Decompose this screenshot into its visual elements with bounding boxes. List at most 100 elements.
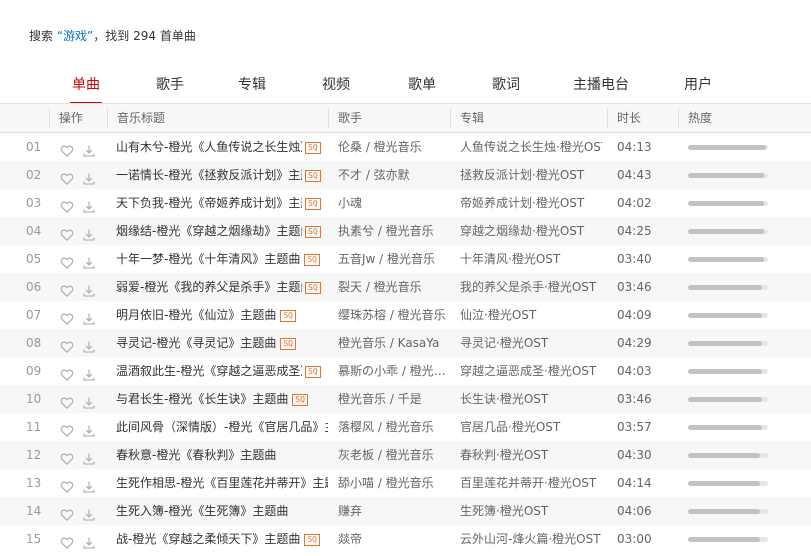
search-keyword[interactable]: “游戏” xyxy=(57,29,93,43)
song-artist[interactable]: 橙光音乐 / KasaYa xyxy=(338,329,446,357)
download-icon[interactable] xyxy=(82,196,96,213)
song-album[interactable]: 我的养父是杀手·橙光OST xyxy=(460,273,602,301)
download-icon[interactable] xyxy=(82,364,96,381)
song-album[interactable]: 长生诀·橙光OST xyxy=(460,385,602,413)
heart-icon[interactable] xyxy=(60,308,74,325)
tab-videos[interactable]: 视频 xyxy=(281,68,391,102)
song-title[interactable]: 生死作相思-橙光《百里莲花并蒂开》主题曲 xyxy=(116,469,328,497)
heart-icon[interactable] xyxy=(60,504,74,521)
song-title[interactable]: 十年一梦-橙光《十年清风》主题曲 SQ xyxy=(116,245,328,273)
song-row[interactable]: 03 天下负我-橙光《帝姬养成计划》主题曲 小魂 帝姬养成计划·橙光OST 04… xyxy=(0,189,811,217)
song-album[interactable]: 百里莲花并蒂开·橙光OST xyxy=(460,469,602,497)
song-artist[interactable]: 燚帝 xyxy=(338,525,446,553)
sq-quality-badge: SQ xyxy=(292,393,308,406)
download-icon[interactable] xyxy=(82,280,96,297)
song-artist[interactable]: 赚弃 xyxy=(338,497,446,525)
song-title[interactable]: 此间风骨（深情版）-橙光《官居几品》主题曲 xyxy=(116,413,328,441)
heart-icon[interactable] xyxy=(60,364,74,381)
download-icon[interactable] xyxy=(82,392,96,409)
song-album[interactable]: 仙泣·橙光OST xyxy=(460,301,602,329)
song-artist[interactable]: 执素兮 / 橙光音乐 xyxy=(338,217,446,245)
song-artist[interactable]: 舔小喵 / 橙光音乐 xyxy=(338,469,446,497)
song-row[interactable]: 07 明月依旧-橙光《仙泣》主题曲 SQ 缨珠苏榕 / 橙光音乐 仙泣·橙光OST… xyxy=(0,301,811,329)
heart-icon[interactable] xyxy=(60,532,74,549)
song-artist[interactable]: 裂天 / 橙光音乐 xyxy=(338,273,446,301)
song-album[interactable]: 穿越之逼恶成圣·橙光OST xyxy=(460,357,602,385)
song-row[interactable]: 11 此间风骨（深情版）-橙光《官居几品》主题曲 落樱风 / 橙光音乐 官居几品… xyxy=(0,413,811,441)
download-icon[interactable] xyxy=(82,476,96,493)
song-artist[interactable]: 橙光音乐 / 千是 xyxy=(338,385,446,413)
tab-artists[interactable]: 歌手 xyxy=(117,68,223,102)
song-row[interactable]: 04 烟缘结-橙光《穿越之烟缘劫》主题曲 执素兮 / 橙光音乐 穿越之烟缘劫·橙… xyxy=(0,217,811,245)
song-album[interactable]: 人鱼传说之长生烛·橙光OST xyxy=(460,133,602,161)
song-row[interactable]: 01 山有木兮-橙光《人鱼传说之长生烛》主题曲 伦桑 / 橙光音乐 人鱼传说之长… xyxy=(0,133,811,161)
song-album[interactable]: 穿越之烟缘劫·橙光OST xyxy=(460,217,602,245)
song-album[interactable]: 春秋判·橙光OST xyxy=(460,441,602,469)
song-title[interactable]: 与君长生-橙光《长生诀》主题曲 SQ xyxy=(116,385,328,413)
download-icon[interactable] xyxy=(82,308,96,325)
song-artist[interactable]: 不才 / 弦亦默 xyxy=(338,161,446,189)
heart-icon[interactable] xyxy=(60,476,74,493)
song-title[interactable]: 一诺情长-橙光《拯救反派计划》主题曲 xyxy=(116,161,302,189)
song-title[interactable]: 烟缘结-橙光《穿越之烟缘劫》主题曲 xyxy=(116,217,302,245)
song-title[interactable]: 春秋意-橙光《春秋判》主题曲 xyxy=(116,441,328,469)
song-title[interactable]: 弱爱-橙光《我的养父是杀手》主题曲 xyxy=(116,273,302,301)
tab-lyrics[interactable]: 歌词 xyxy=(453,68,559,102)
download-icon[interactable] xyxy=(82,532,96,549)
download-icon[interactable] xyxy=(82,420,96,437)
heart-icon[interactable] xyxy=(60,140,74,157)
song-album[interactable]: 云外山河-烽火篇·橙光OST xyxy=(460,525,602,553)
song-artist[interactable]: 五音Jw / 橙光音乐 xyxy=(338,245,446,273)
song-row[interactable]: 08 寻灵记-橙光《寻灵记》主题曲 SQ 橙光音乐 / KasaYa 寻灵记·橙光… xyxy=(0,329,811,357)
song-row[interactable]: 14 生死入簿-橙光《生死簿》主题曲 赚弃 生死簿·橙光OST 04:06 xyxy=(0,497,811,525)
song-artist[interactable]: 落樱风 / 橙光音乐 xyxy=(338,413,446,441)
song-title[interactable]: 山有木兮-橙光《人鱼传说之长生烛》主题曲 xyxy=(116,133,302,161)
download-icon[interactable] xyxy=(82,224,96,241)
song-album[interactable]: 官居几品·橙光OST xyxy=(460,413,602,441)
song-title[interactable]: 天下负我-橙光《帝姬养成计划》主题曲 xyxy=(116,189,302,217)
heart-icon[interactable] xyxy=(60,336,74,353)
heart-icon[interactable] xyxy=(60,280,74,297)
song-artist[interactable]: 缨珠苏榕 / 橙光音乐 xyxy=(338,301,446,329)
heart-icon[interactable] xyxy=(60,196,74,213)
song-artist[interactable]: 伦桑 / 橙光音乐 xyxy=(338,133,446,161)
heart-icon[interactable] xyxy=(60,224,74,241)
heart-icon[interactable] xyxy=(60,420,74,437)
heart-icon[interactable] xyxy=(60,392,74,409)
song-album[interactable]: 帝姬养成计划·橙光OST xyxy=(460,189,602,217)
tab-users[interactable]: 用户 xyxy=(643,68,753,102)
song-title[interactable]: 温酒叙此生-橙光《穿越之逼恶成圣》主题曲 xyxy=(116,357,302,385)
song-row[interactable]: 10 与君长生-橙光《长生诀》主题曲 SQ 橙光音乐 / 千是 长生诀·橙光OST… xyxy=(0,385,811,413)
tab-albums[interactable]: 专辑 xyxy=(223,68,281,102)
song-artist[interactable]: 灰老板 / 橙光音乐 xyxy=(338,441,446,469)
song-artist[interactable]: 慕斯の小乖 / 橙光音乐 xyxy=(338,357,446,385)
download-icon[interactable] xyxy=(82,140,96,157)
download-icon[interactable] xyxy=(82,504,96,521)
download-icon[interactable] xyxy=(82,252,96,269)
tab-radio[interactable]: 主播电台 xyxy=(559,68,643,102)
song-album[interactable]: 寻灵记·橙光OST xyxy=(460,329,602,357)
download-icon[interactable] xyxy=(82,448,96,465)
song-row[interactable]: 05 十年一梦-橙光《十年清风》主题曲 SQ 五音Jw / 橙光音乐 十年清风·橙… xyxy=(0,245,811,273)
song-title[interactable]: 生死入簿-橙光《生死簿》主题曲 xyxy=(116,497,328,525)
song-title[interactable]: 明月依旧-橙光《仙泣》主题曲 SQ xyxy=(116,301,328,329)
song-row[interactable]: 15 战-橙光《穿越之柔倾天下》主题曲 SQ 燚帝 云外山河-烽火篇·橙光OST … xyxy=(0,525,811,553)
download-icon[interactable] xyxy=(82,168,96,185)
song-title[interactable]: 战-橙光《穿越之柔倾天下》主题曲 SQ xyxy=(116,525,328,553)
song-artist[interactable]: 小魂 xyxy=(338,189,446,217)
song-album[interactable]: 拯救反派计划·橙光OST xyxy=(460,161,602,189)
song-row[interactable]: 09 温酒叙此生-橙光《穿越之逼恶成圣》主题曲 慕斯の小乖 / 橙光音乐 穿越之… xyxy=(0,357,811,385)
song-album[interactable]: 生死簿·橙光OST xyxy=(460,497,602,525)
tab-playlists[interactable]: 歌单 xyxy=(391,68,453,102)
song-row[interactable]: 13 生死作相思-橙光《百里莲花并蒂开》主题曲 舔小喵 / 橙光音乐 百里莲花并… xyxy=(0,469,811,497)
song-row[interactable]: 12 春秋意-橙光《春秋判》主题曲 灰老板 / 橙光音乐 春秋判·橙光OST 0… xyxy=(0,441,811,469)
song-album[interactable]: 十年清风·橙光OST xyxy=(460,245,602,273)
heart-icon[interactable] xyxy=(60,168,74,185)
download-icon[interactable] xyxy=(82,336,96,353)
tab-songs[interactable]: 单曲 xyxy=(55,68,117,104)
song-title[interactable]: 寻灵记-橙光《寻灵记》主题曲 SQ xyxy=(116,329,328,357)
heart-icon[interactable] xyxy=(60,252,74,269)
heart-icon[interactable] xyxy=(60,448,74,465)
song-row[interactable]: 02 一诺情长-橙光《拯救反派计划》主题曲 不才 / 弦亦默 拯救反派计划·橙光… xyxy=(0,161,811,189)
song-row[interactable]: 06 弱爱-橙光《我的养父是杀手》主题曲 裂天 / 橙光音乐 我的养父是杀手·橙… xyxy=(0,273,811,301)
